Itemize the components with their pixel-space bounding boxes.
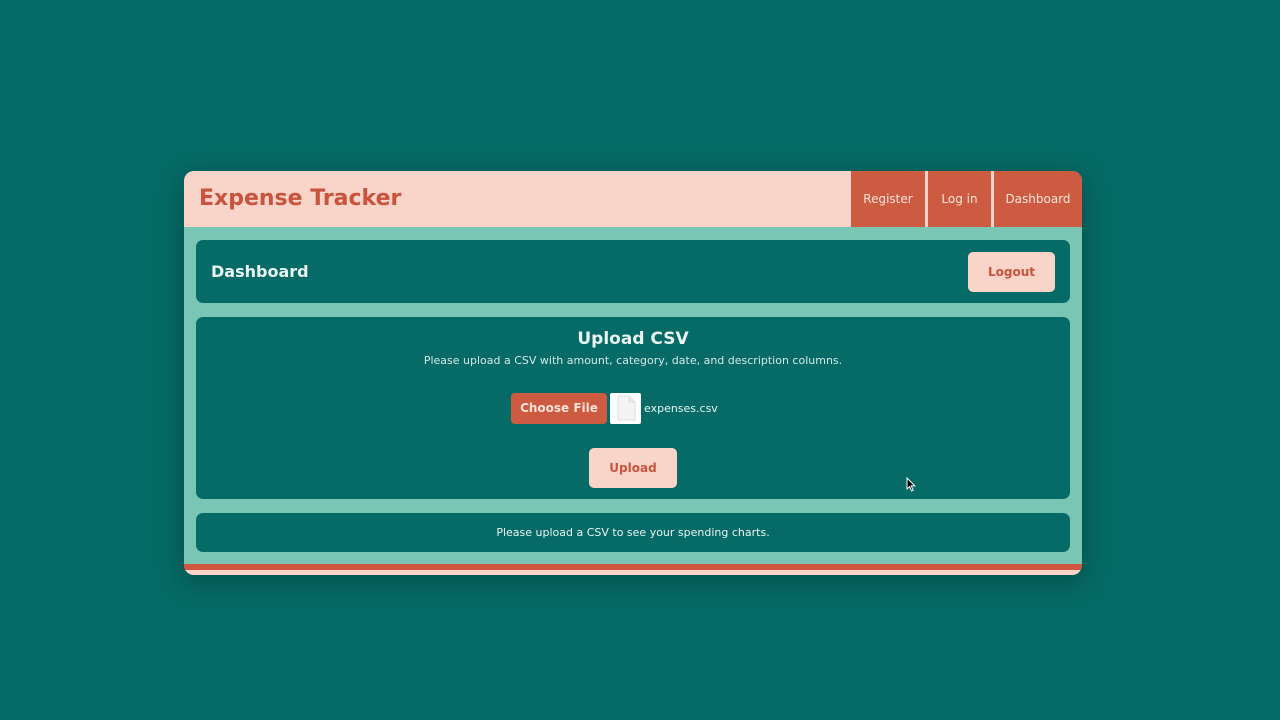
upload-description: Please upload a CSV with amount, categor… [423,354,843,367]
logout-button[interactable]: Logout [968,252,1055,292]
footer-cap [184,570,1082,575]
choose-file-button[interactable]: Choose File [511,392,607,424]
nav-links: Register Log in Dashboard [851,171,1082,227]
file-icon [610,392,641,424]
nav-dashboard-link[interactable]: Dashboard [994,171,1082,227]
app-window: Expense Tracker Register Log in Dashboar… [184,171,1082,575]
navbar: Expense Tracker Register Log in Dashboar… [184,171,1082,227]
mouse-cursor-icon [906,476,916,492]
nav-login-link[interactable]: Log in [928,171,991,227]
status-message: Please upload a CSV to see your spending… [496,526,770,539]
dashboard-header-panel: Dashboard Logout [196,240,1070,303]
file-input[interactable]: Choose File expenses.csv [511,392,718,424]
page-title: Dashboard [211,262,309,281]
upload-title: Upload CSV [577,329,689,349]
upload-panel: Upload CSV Please upload a CSV with amou… [196,317,1070,499]
selected-file-name: expenses.csv [644,401,718,415]
upload-button[interactable]: Upload [589,448,677,488]
nav-register-link[interactable]: Register [851,171,925,227]
brand-title: Expense Tracker [199,186,402,211]
charts-status-panel: Please upload a CSV to see your spending… [196,513,1070,552]
